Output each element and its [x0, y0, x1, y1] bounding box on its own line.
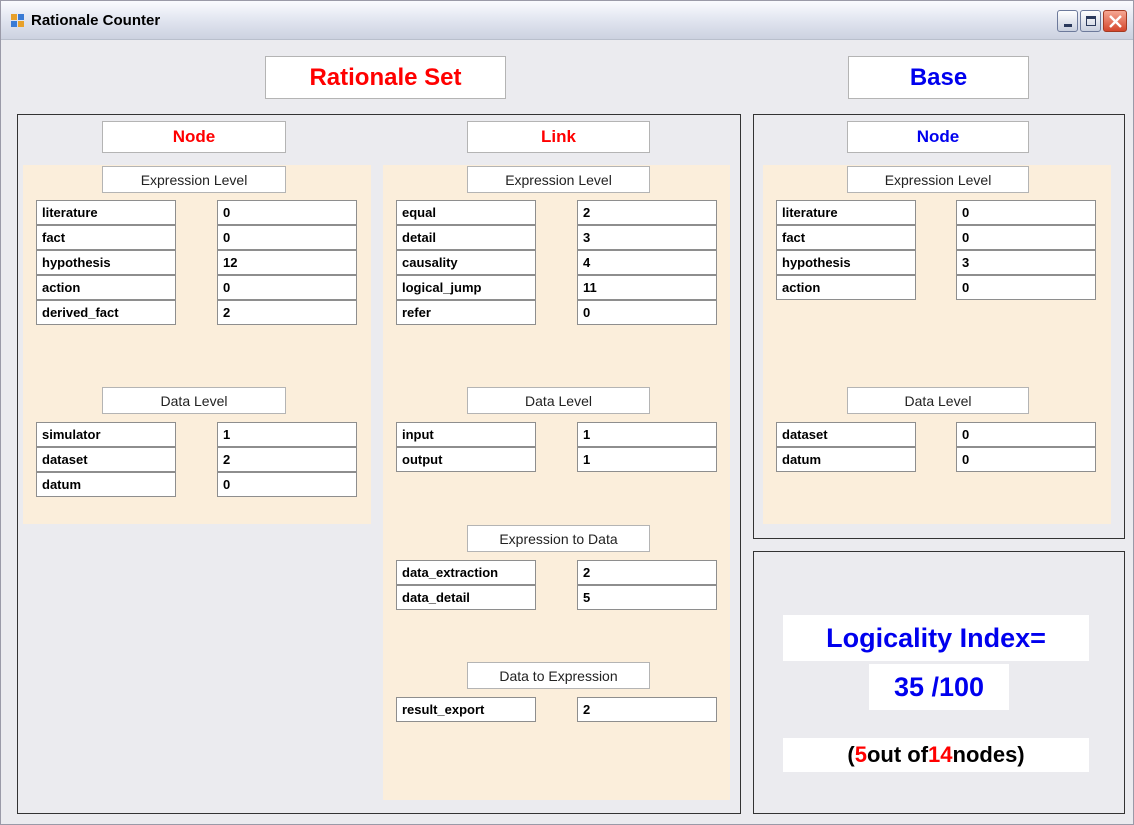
- rs-node-dataset-value: 2: [217, 447, 357, 472]
- base-header: Base: [848, 56, 1029, 99]
- rs-link-causality-value: 4: [577, 250, 717, 275]
- total-node-count: 14: [928, 742, 953, 767]
- rs-link-input-value: 1: [577, 422, 717, 447]
- rationale-link-title: Link: [541, 127, 576, 146]
- rs-node-expression-level-label: Expression Level: [102, 166, 286, 193]
- rs-node-simulator-value: 1: [217, 422, 357, 447]
- rs-link-data-detail-label: data_detail: [396, 585, 536, 610]
- rs-link-equal-value: 2: [577, 200, 717, 225]
- logicality-index-label: Logicality Index=: [783, 615, 1089, 661]
- rs-node-action-value: 0: [217, 275, 357, 300]
- close-button[interactable]: [1103, 10, 1127, 32]
- rs-link-detail-value: 3: [577, 225, 717, 250]
- rs-link-detail-label: detail: [396, 225, 536, 250]
- rs-node-action-label: action: [36, 275, 176, 300]
- rs-link-data-extraction-value: 2: [577, 560, 717, 585]
- base-node-hypothesis-value: 3: [956, 250, 1096, 275]
- base-node-datum-label: datum: [776, 447, 916, 472]
- rs-link-logical-jump-value: 11: [577, 275, 717, 300]
- base-node-literature-value: 0: [956, 200, 1096, 225]
- rationale-link-header: Link: [467, 121, 650, 153]
- rs-link-refer-label: refer: [396, 300, 536, 325]
- rs-link-output-value: 1: [577, 447, 717, 472]
- rs-link-input-label: input: [396, 422, 536, 447]
- maximize-button[interactable]: [1080, 10, 1101, 32]
- rs-node-literature-value: 0: [217, 200, 357, 225]
- rs-link-result-export-label: result_export: [396, 697, 536, 722]
- rs-link-data-to-expression-label: Data to Expression: [467, 662, 650, 689]
- rationale-counter-window: Rationale Counter Rationale Set Base Nod…: [0, 0, 1134, 825]
- base-node-hypothesis-label: hypothesis: [776, 250, 916, 275]
- minimize-button[interactable]: [1057, 10, 1078, 32]
- base-node-literature-label: literature: [776, 200, 916, 225]
- rs-link-expression-level-label: Expression Level: [467, 166, 650, 193]
- rs-link-refer-value: 0: [577, 300, 717, 325]
- app-icon: [11, 14, 25, 28]
- rs-node-datum-value: 0: [217, 472, 357, 497]
- close-icon: [1109, 15, 1122, 28]
- base-node-fact-value: 0: [956, 225, 1096, 250]
- rs-link-logical-jump-label: logical_jump: [396, 275, 536, 300]
- rs-link-data-detail-value: 5: [577, 585, 717, 610]
- rationale-node-title: Node: [172, 127, 216, 146]
- rs-link-expression-to-data-label: Expression to Data: [467, 525, 650, 552]
- matched-node-count: 5: [854, 742, 867, 767]
- rs-node-fact-label: fact: [36, 225, 176, 250]
- rs-node-hypothesis-value: 12: [217, 250, 357, 275]
- base-node-expression-level-label: Expression Level: [847, 166, 1029, 193]
- rs-link-data-extraction-label: data_extraction: [396, 560, 536, 585]
- rs-link-data-level-label: Data Level: [467, 387, 650, 414]
- logicality-score: 35 /100: [869, 664, 1009, 710]
- base-title: Base: [909, 63, 968, 91]
- rationale-node-header: Node: [102, 121, 286, 153]
- rs-node-derived-fact-value: 2: [217, 300, 357, 325]
- rs-node-derived-fact-label: derived_fact: [36, 300, 176, 325]
- rs-link-equal-label: equal: [396, 200, 536, 225]
- base-node-data-level-label: Data Level: [847, 387, 1029, 414]
- title-bar[interactable]: Rationale Counter: [1, 1, 1133, 40]
- rs-node-literature-label: literature: [36, 200, 176, 225]
- rs-node-simulator-label: simulator: [36, 422, 176, 447]
- rs-node-data-level-label: Data Level: [102, 387, 286, 414]
- base-node-datum-value: 0: [956, 447, 1096, 472]
- rationale-set-title: Rationale Set: [309, 63, 462, 91]
- rs-node-fact-value: 0: [217, 225, 357, 250]
- maximize-icon: [1086, 16, 1096, 26]
- logicality-node-count: ( 5 out of 14 nodes): [783, 738, 1089, 772]
- base-node-fact-label: fact: [776, 225, 916, 250]
- rs-link-output-label: output: [396, 447, 536, 472]
- base-node-dataset-label: dataset: [776, 422, 916, 447]
- base-node-title: Node: [916, 127, 960, 146]
- rs-link-causality-label: causality: [396, 250, 536, 275]
- minimize-icon: [1064, 24, 1072, 27]
- window-title: Rationale Counter: [31, 12, 161, 29]
- base-node-action-label: action: [776, 275, 916, 300]
- rs-node-dataset-label: dataset: [36, 447, 176, 472]
- rationale-set-header: Rationale Set: [265, 56, 506, 99]
- base-node-action-value: 0: [956, 275, 1096, 300]
- rs-node-hypothesis-label: hypothesis: [36, 250, 176, 275]
- base-node-header: Node: [847, 121, 1029, 153]
- rs-link-result-export-value: 2: [577, 697, 717, 722]
- base-node-dataset-value: 0: [956, 422, 1096, 447]
- rs-node-datum-label: datum: [36, 472, 176, 497]
